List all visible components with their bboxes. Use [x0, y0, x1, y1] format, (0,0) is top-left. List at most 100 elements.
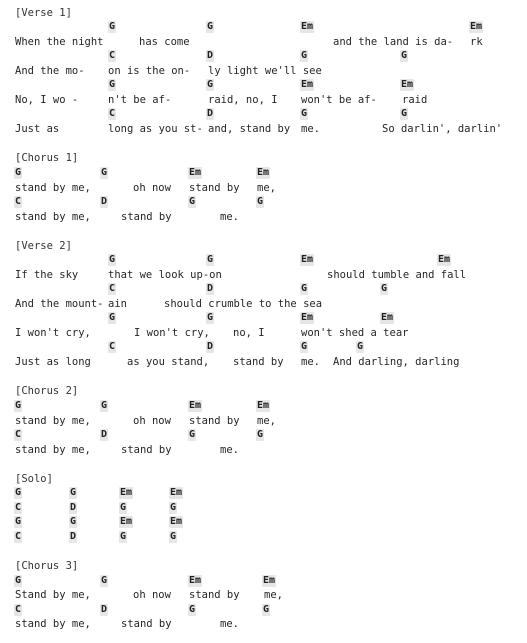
chord-g: G [108, 21, 117, 33]
chord-d: D [69, 531, 78, 543]
chord-c: C [14, 502, 23, 514]
lyric-segment: should tumble and fall [327, 269, 467, 281]
lyric-segment: rk [470, 36, 483, 48]
lyric-segment: oh now [133, 415, 171, 427]
chord-g: G [256, 196, 265, 208]
lyric-segment: stand by me, [15, 415, 91, 427]
chord-g: G [169, 531, 178, 543]
chord-d: D [206, 50, 215, 62]
chord-g: G [188, 196, 197, 208]
chord-g: G [206, 312, 215, 324]
lyric-segment: ly light we'll see [208, 65, 322, 77]
lyric-segment: me. [301, 123, 320, 135]
chord-em: Em [188, 167, 203, 179]
lyric-segment: and the land is da- [333, 36, 454, 48]
lyric-segment: raid, no, I [208, 94, 278, 106]
chord-d: D [206, 108, 215, 120]
section-header: [Chorus 1] [15, 152, 79, 164]
lyric-segment: When the night [15, 36, 104, 48]
lyric-segment: stand by [189, 182, 240, 194]
chord-em: Em [469, 21, 484, 33]
lyric-segment: Just as [15, 123, 60, 135]
chord-em: Em [256, 167, 271, 179]
chord-d: D [69, 502, 78, 514]
chord-c: C [108, 108, 117, 120]
chord-c: C [14, 604, 23, 616]
chord-g: G [188, 429, 197, 441]
lyric-segment: I won't cry, [134, 327, 210, 339]
chord-c: C [14, 429, 23, 441]
chord-g: G [256, 429, 265, 441]
section-header: [Verse 1] [15, 7, 72, 19]
chord-d: D [100, 196, 109, 208]
chord-em: Em [169, 487, 184, 499]
lyric-segment: and, stand by [208, 123, 291, 135]
chord-d: D [206, 283, 215, 295]
chord-c: C [14, 196, 23, 208]
lyric-segment: oh now [133, 182, 171, 194]
lyric-segment: me, [257, 415, 276, 427]
chord-g: G [300, 283, 309, 295]
chord-d: D [100, 429, 109, 441]
chord-g: G [100, 575, 109, 587]
chord-em: Em [300, 21, 315, 33]
section-header: [Verse 2] [15, 240, 72, 252]
chord-d: D [100, 604, 109, 616]
chord-sheet: [Verse 1] G G Em Em When the night has come and… [0, 0, 527, 643]
chord-g: G [300, 341, 309, 353]
chord-g: G [14, 516, 23, 528]
lyric-segment: me. [220, 444, 239, 456]
chord-em: Em [300, 254, 315, 266]
lyric-segment: should crumble to the sea [164, 298, 323, 310]
lyric-segment: stand by me, [15, 211, 91, 223]
chord-em: Em [188, 575, 203, 587]
chord-g: G [400, 108, 409, 120]
chord-g: G [206, 21, 215, 33]
lyric-segment: me. [220, 211, 239, 223]
chord-c: C [14, 531, 23, 543]
lyric-segment: as you stand, [127, 356, 210, 368]
lyric-segment: oh now [133, 589, 171, 601]
chord-em: Em [188, 400, 203, 412]
section-header: [Chorus 3] [15, 560, 79, 572]
chord-g: G [14, 487, 23, 499]
chord-em: Em [256, 400, 271, 412]
chord-g: G [69, 516, 78, 528]
chord-g: G [356, 341, 365, 353]
chord-c: C [108, 341, 117, 353]
chord-em: Em [380, 312, 395, 324]
lyric-segment: has come [139, 36, 190, 48]
lyric-segment: And the mo- [15, 65, 85, 77]
chord-g: G [108, 312, 117, 324]
chord-d: D [206, 341, 215, 353]
lyric-segment: me. [301, 356, 320, 368]
chord-em: Em [437, 254, 452, 266]
lyric-segment: So darlin', darlin' [382, 123, 503, 135]
lyric-segment: And the mount- [15, 298, 104, 310]
lyric-segment: stand by [121, 444, 172, 456]
chord-g: G [300, 50, 309, 62]
chord-g: G [206, 79, 215, 91]
lyric-segment: And darling, darling [333, 356, 460, 368]
chord-c: C [108, 50, 117, 62]
chord-g: G [119, 502, 128, 514]
chord-g: G [108, 254, 117, 266]
lyric-segment: won't be af- [301, 94, 377, 106]
lyric-segment: raid [402, 94, 428, 106]
lyric-segment: stand by [189, 589, 240, 601]
chord-g: G [69, 487, 78, 499]
lyric-segment: stand by me, [15, 182, 91, 194]
chord-g: G [100, 167, 109, 179]
chord-g: G [206, 254, 215, 266]
lyric-segment: me. [220, 618, 239, 630]
section-header: [Chorus 2] [15, 385, 79, 397]
chord-em: Em [119, 487, 134, 499]
lyric-segment: stand by me, [15, 444, 91, 456]
chord-g: G [188, 604, 197, 616]
lyric-segment: Stand by me, [15, 589, 91, 601]
section-header: [Solo] [15, 473, 53, 485]
chord-g: G [14, 167, 23, 179]
chord-em: Em [119, 516, 134, 528]
chord-g: G [262, 604, 271, 616]
lyric-segment: no, I [233, 327, 265, 339]
